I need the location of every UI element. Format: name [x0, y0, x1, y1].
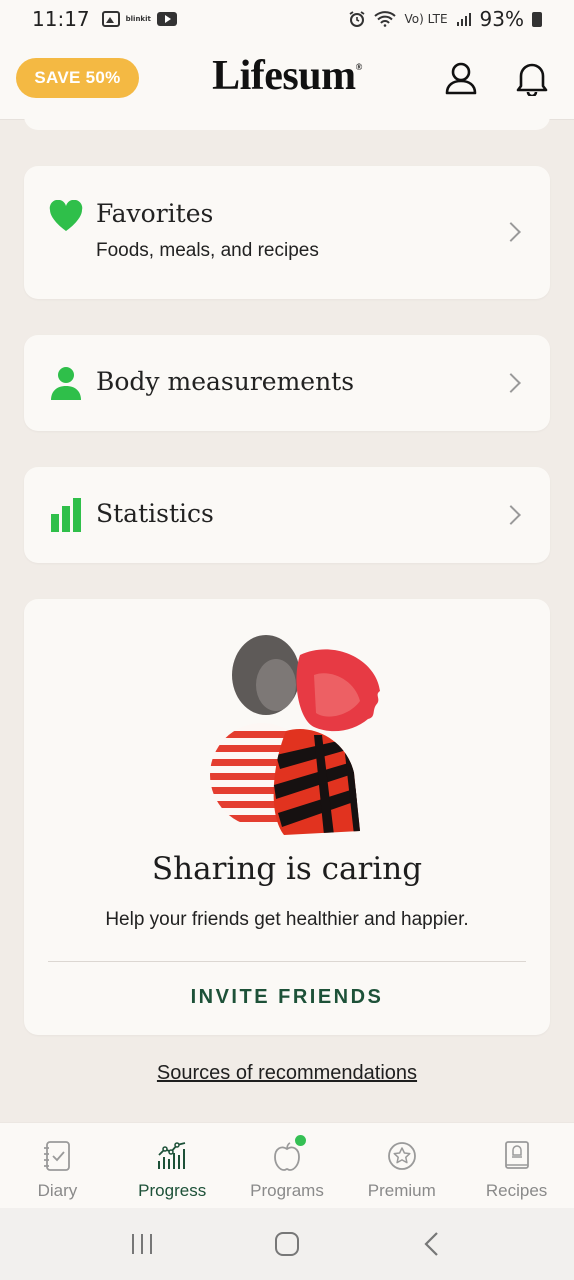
heart-icon — [49, 200, 83, 231]
nav-label-progress: Progress — [138, 1181, 207, 1200]
wifi-icon — [374, 11, 397, 27]
recipe-book-icon — [500, 1139, 534, 1173]
save-promo-button[interactable]: SAVE 50% — [16, 58, 139, 98]
registered-mark: ® — [355, 62, 363, 72]
star-badge-icon — [385, 1139, 419, 1173]
bottom-nav: Diary Progress Programs Premium Recipes — [0, 1122, 574, 1208]
logo-text: Lifesum — [212, 53, 356, 99]
notifications-button[interactable] — [514, 60, 550, 96]
back-button[interactable] — [412, 1224, 452, 1264]
favorites-title: Favorites — [96, 199, 214, 228]
youtube-icon — [156, 12, 177, 26]
chevron-right-icon — [501, 505, 521, 525]
chevron-right-icon — [501, 222, 521, 242]
previous-card-edge — [24, 110, 550, 130]
favorites-subtitle: Foods, meals, and recipes — [96, 240, 319, 261]
person-icon — [51, 367, 81, 400]
nav-label-recipes: Recipes — [485, 1181, 548, 1200]
nav-label-programs: Programs — [250, 1181, 324, 1200]
share-title: Sharing is caring — [151, 851, 423, 887]
battery-level: 93% — [479, 7, 524, 31]
share-divider — [48, 961, 526, 962]
nav-label-premium: Premium — [367, 1181, 436, 1200]
invite-friends-button[interactable]: INVITE FRIENDS — [48, 975, 526, 1019]
nav-item-premium[interactable]: Premium — [344, 1123, 459, 1208]
notification-icons: blinkit — [101, 11, 177, 27]
recents-button[interactable] — [122, 1224, 162, 1264]
body-measurements-card[interactable]: Body measurements — [24, 335, 550, 431]
system-nav-bar — [0, 1208, 574, 1280]
share-card: Sharing is caring Help your friends get … — [24, 599, 550, 1035]
recents-icon — [132, 1234, 153, 1254]
favorites-card[interactable]: Favorites Foods, meals, and recipes — [24, 166, 550, 299]
signal-icon — [456, 13, 471, 26]
diary-icon — [40, 1139, 74, 1173]
statistics-card[interactable]: Statistics — [24, 467, 550, 563]
body-icon-wrap — [48, 365, 84, 401]
profile-icon — [445, 62, 477, 95]
chevron-right-icon — [501, 373, 521, 393]
friends-illustration — [210, 635, 380, 835]
app-header: SAVE 50% Lifesum® — [0, 38, 574, 120]
nav-item-recipes[interactable]: Recipes — [459, 1123, 574, 1208]
bell-icon — [516, 63, 548, 96]
blinkit-badge: blinkit — [125, 15, 151, 23]
statistics-title: Statistics — [96, 499, 214, 528]
battery-icon — [532, 11, 542, 27]
nav-item-diary[interactable]: Diary — [0, 1123, 115, 1208]
gallery-icon — [101, 11, 120, 27]
share-subtitle: Help your friends get healthier and happ… — [105, 909, 469, 930]
alarm-icon — [349, 11, 365, 27]
programs-notification-dot — [294, 1135, 306, 1146]
bar-chart-icon — [51, 498, 81, 532]
status-bar: 11:17 blinkit Vo) LTE 93% — [0, 0, 574, 38]
favorites-icon-wrap — [48, 198, 84, 234]
nav-label-diary: Diary — [37, 1181, 78, 1200]
statistics-icon-wrap — [48, 497, 84, 533]
status-time: 11:17 — [32, 7, 90, 31]
profile-button[interactable] — [443, 60, 479, 96]
network-label: Vo) LTE — [404, 12, 448, 26]
progress-chart-icon — [155, 1139, 189, 1173]
apple-icon — [270, 1135, 306, 1173]
nav-item-programs[interactable]: Programs — [230, 1123, 345, 1208]
home-icon — [274, 1232, 299, 1256]
body-measurements-title: Body measurements — [96, 367, 355, 396]
nav-item-progress[interactable]: Progress — [115, 1123, 230, 1208]
sources-link[interactable]: Sources of recommendations — [0, 1062, 574, 1085]
back-icon — [424, 1232, 438, 1256]
home-button[interactable] — [267, 1224, 307, 1264]
status-right: Vo) LTE 93% — [348, 7, 542, 31]
